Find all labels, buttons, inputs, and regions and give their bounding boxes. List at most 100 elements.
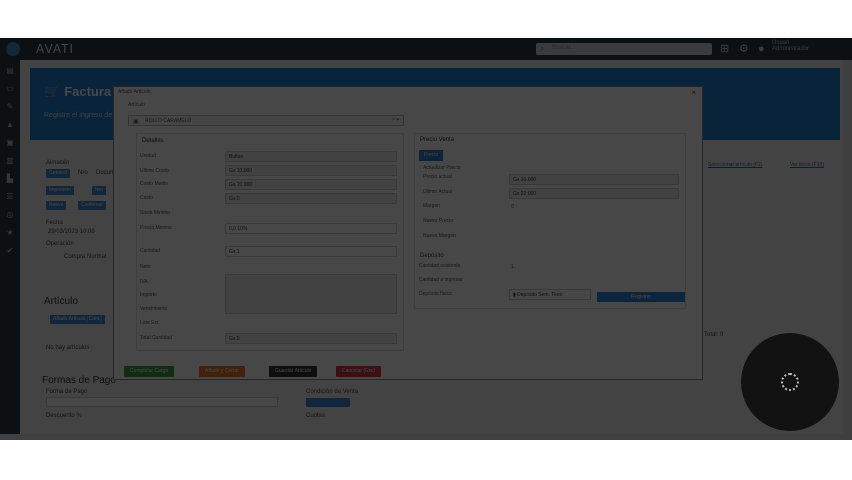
- clear-icon[interactable]: × ▾: [392, 117, 399, 123]
- cancelar-button[interactable]: Cancelar (Esc): [336, 366, 382, 377]
- page-title: 🛒 Factura: [44, 84, 111, 100]
- unidad-field: Bultos: [225, 151, 397, 162]
- precio-actual-label: Precio actual: [423, 174, 452, 180]
- cantidad-existente-label: Cantidad existente: [419, 263, 461, 269]
- sidebar-cart-icon[interactable]: ▭: [5, 84, 15, 94]
- app-logo-icon: [6, 42, 20, 56]
- view-stock-link[interactable]: Ver stock (F10): [790, 162, 824, 168]
- anadir-cerrar-button[interactable]: Añadir y Cerrar: [199, 366, 245, 377]
- margen-value: 0: [511, 204, 514, 210]
- deposito-select-value: Depósito Sem. Tkno: [517, 292, 563, 298]
- sidebar-truck-icon[interactable]: ▲: [5, 120, 15, 130]
- costo-medio-field: Gs 10.000: [225, 179, 397, 190]
- sidebar-globe-icon[interactable]: ◎: [5, 210, 15, 220]
- precio-actual-field: Gs 20.000: [509, 174, 679, 185]
- app-logo: AVATI: [36, 42, 75, 56]
- user-menu[interactable]: Usuari Administrador: [772, 40, 809, 52]
- box-icon: ▣: [133, 119, 139, 125]
- total-label: Total: 0: [704, 332, 724, 338]
- sidebar-clipboard-icon[interactable]: ▤: [5, 66, 15, 76]
- operacion-label: Operación: [46, 241, 74, 247]
- confirmar-button[interactable]: Confirmar: [78, 201, 106, 210]
- add-article-button[interactable]: Añadir Artículo (Cant.): [50, 315, 106, 324]
- cantidad-value: Gs 1: [229, 249, 240, 255]
- impresion-button[interactable]: Impresión: [46, 186, 74, 195]
- nro-button[interactable]: Nro: [92, 186, 107, 195]
- close-icon[interactable]: ×: [691, 88, 696, 97]
- costo-label: Costo: [140, 195, 154, 201]
- forma-pago-select[interactable]: [46, 397, 278, 407]
- sidebar: ▤ ▭ ✎ ▲ ▣ ▥ ▙ ☰ ◎ ★ ✔: [0, 60, 20, 440]
- articulo-value: ROLLO CARAMELO: [145, 118, 192, 124]
- ultimo-actual-label: Ultimo Actual: [423, 189, 453, 195]
- search-placeholder: Buscar...: [552, 45, 576, 51]
- sidebar-money-icon[interactable]: ▣: [5, 138, 15, 148]
- nuevo-button[interactable]: Nuevo: [46, 201, 67, 210]
- total-cantidad-field: Gs 0: [225, 333, 397, 344]
- select-article-link[interactable]: Seleccionar artículo (F2): [708, 162, 762, 168]
- costo-medio-label: Costo Medio: [140, 181, 169, 187]
- precio-minimo-label: Precio Minimo: [140, 225, 172, 231]
- cantidad-existente-value: 1: [511, 264, 514, 270]
- tab-general[interactable]: General: [46, 169, 70, 178]
- articulo-section-title: Artículo: [44, 296, 78, 307]
- detalles-header: Detalles: [142, 138, 164, 144]
- sidebar-star-icon[interactable]: ★: [5, 228, 15, 238]
- global-search-input[interactable]: ⌕ Buscar...: [536, 43, 712, 55]
- precio-minimo-field[interactable]: 0,0 10%: [225, 223, 397, 234]
- search-icon: ⌕: [540, 44, 545, 53]
- screenshot-stage: AVATI ⌕ Buscar... ⊞ ⚙ ● Usuari Administr…: [0, 0, 852, 480]
- precio-venta-header: Precio Venta: [420, 137, 455, 143]
- user-role: Administrador: [772, 46, 810, 52]
- completar-carga-button[interactable]: Completar Carga: [124, 366, 175, 377]
- vertical-scrollbar[interactable]: [843, 60, 852, 440]
- deposito-fisico-label: Depósito físico: [419, 291, 452, 297]
- detalles-panel: Detalles Unidad Bultos Ultimo Costo Gs 1…: [136, 133, 404, 351]
- descuento-label: Descuento %: [46, 413, 82, 419]
- registrar-button[interactable]: Registrar: [597, 292, 685, 302]
- total-cantidad-label: Total Cantidad: [140, 335, 172, 341]
- nuevo-precio-label: Nuevo Precio: [423, 218, 454, 224]
- stock-minimo-label: Stock Minimo: [140, 210, 171, 216]
- cantidad-label: Cantidad: [140, 248, 161, 254]
- sidebar-box-icon[interactable]: ▥: [5, 156, 15, 166]
- grid-icon[interactable]: ⊞: [720, 42, 729, 56]
- operacion-value: Compra Normal: [64, 254, 107, 260]
- sidebar-check-icon[interactable]: ✔: [5, 246, 15, 256]
- tab-nro[interactable]: Nro: [78, 170, 88, 176]
- no-articles-text: No hay artículos: [46, 345, 90, 351]
- condicion-select[interactable]: [306, 398, 350, 407]
- margen-label: Margen: [423, 203, 440, 209]
- cantidad-input[interactable]: Gs 1: [225, 246, 397, 257]
- horizontal-scrollbar[interactable]: [0, 434, 843, 440]
- iva-label: IVA: [140, 279, 148, 285]
- modal-title: Añadir Artículo: [118, 89, 151, 95]
- gear-icon[interactable]: ⚙: [739, 42, 749, 56]
- forma-pago-section-title: Formas de Pago: [42, 375, 116, 386]
- unidad-label: Unidad: [140, 153, 156, 159]
- deposito-select[interactable]: ▮ Depósito Sem. Tkno: [509, 289, 591, 300]
- cart-icon: 🛒: [44, 84, 61, 99]
- almacen-label: Almacén: [46, 160, 70, 166]
- sidebar-factory-icon[interactable]: ▙: [5, 174, 15, 184]
- articulo-select[interactable]: ▣ ROLLO CARAMELO × ▾: [128, 115, 404, 126]
- loading-spinner: [741, 333, 839, 431]
- ultimo-actual-field: Gs 22.000: [509, 188, 679, 199]
- page-subtitle: Registre el ingreso de la: [44, 112, 120, 119]
- app-window: AVATI ⌕ Buscar... ⊞ ⚙ ● Usuari Administr…: [0, 38, 852, 440]
- guardar-articulo-button[interactable]: Guardar Artículo: [269, 366, 318, 377]
- ultimo-costo-field: Gs 10.000: [225, 165, 397, 176]
- cantidad-ingresar-label: Cantidad a ingresar: [419, 277, 463, 283]
- vencimiento-label: Vencimiento: [140, 306, 168, 312]
- tab-precio[interactable]: Precio: [419, 150, 444, 161]
- forma-pago-label: Forma de Pago: [46, 389, 88, 395]
- sidebar-tools-icon[interactable]: ✎: [5, 102, 15, 112]
- sidebar-users-icon[interactable]: ☰: [5, 192, 15, 202]
- importe-label: Importe: [140, 292, 157, 298]
- user-icon[interactable]: ●: [758, 42, 765, 56]
- notes-area[interactable]: [225, 274, 397, 314]
- precio-minimo-value: 0,0 10%: [229, 226, 248, 232]
- condicion-label: Condición de Venta: [306, 389, 359, 395]
- ultimo-costo-label: Ultimo Costo: [140, 168, 169, 174]
- page-title-text: Factura: [64, 84, 112, 99]
